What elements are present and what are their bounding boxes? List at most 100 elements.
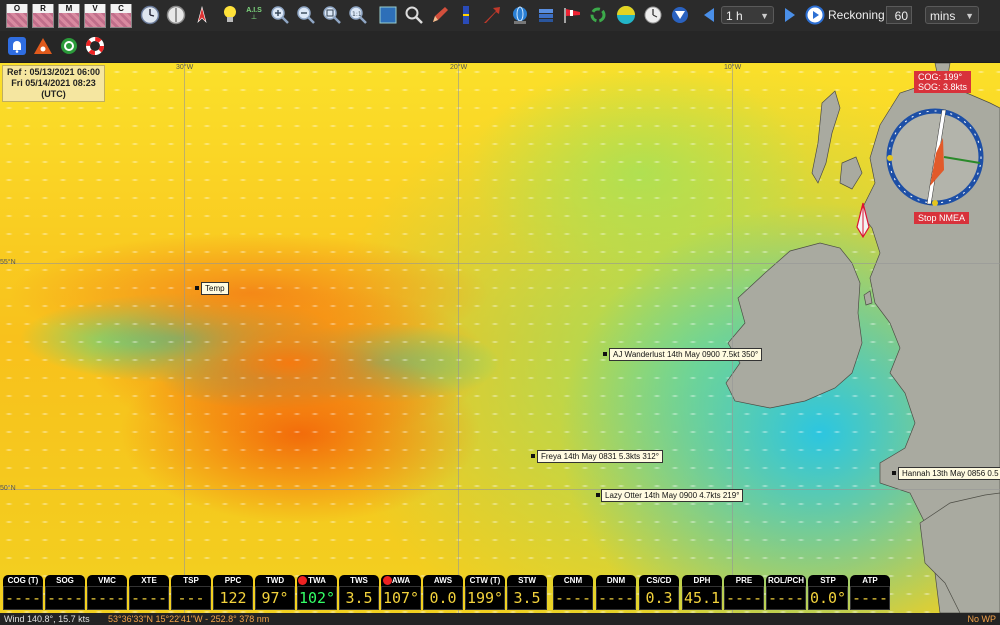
lifebuoy-icon[interactable] — [83, 34, 107, 58]
pencil-icon[interactable] — [428, 3, 452, 27]
zoom-out-icon[interactable] — [294, 3, 318, 27]
marker-aj-wanderlust[interactable] — [603, 352, 607, 356]
marker-label-lazy-otter[interactable]: Lazy Otter 14th May 0900 4.7kts 219° — [601, 489, 744, 502]
outer-hebrides-land — [811, 90, 841, 184]
instrument-value: ---- — [3, 586, 43, 610]
compass-dial-icon[interactable] — [164, 3, 188, 27]
chart-tile-button-r[interactable]: R — [32, 4, 54, 28]
current-time-line: Fri 05/14/2021 08:23 — [11, 78, 96, 88]
chart-tile-button-o[interactable]: O — [6, 4, 28, 28]
weather-overlay-icon[interactable] — [614, 3, 638, 27]
instrument-label: AWS — [423, 575, 463, 586]
zoom-in-icon[interactable] — [268, 3, 292, 27]
globe-icon[interactable] — [508, 3, 532, 27]
clock-icon[interactable] — [138, 3, 162, 27]
north-arrow-icon[interactable] — [190, 3, 214, 27]
instrument-label: STW — [507, 575, 547, 586]
target-ring-icon[interactable] — [57, 34, 81, 58]
ais-icon[interactable]: A.I.S ┴ — [242, 3, 266, 27]
instrument-value: 102° — [297, 586, 337, 610]
land-masses — [725, 63, 1000, 613]
marker-hannah[interactable] — [892, 471, 896, 475]
instrument-cnm[interactable]: CNM ---- — [553, 575, 593, 613]
sog-value: SOG: 3.8kts — [918, 82, 968, 92]
compass-rose-icon[interactable] — [886, 108, 984, 206]
chart-tile-button-m[interactable]: M — [58, 4, 80, 28]
lightbulb-icon[interactable] — [218, 3, 242, 27]
instrument-pre[interactable]: PRE ---- — [724, 575, 764, 613]
chart-tile-button-v[interactable]: V — [84, 4, 106, 28]
marker-label-hannah[interactable]: Hannah 13th May 0856 0.5 — [898, 467, 1000, 480]
instrument-value: 0.0° — [808, 586, 848, 610]
tile-label-o: O — [7, 4, 27, 13]
chart-map[interactable]: 30°W 20°W 10°W 55°N 50°N Ref : 05/13/202… — [0, 63, 1000, 613]
instrument-value: 3.5 — [507, 586, 547, 610]
instrument-ppc[interactable]: PPC 122 — [213, 575, 253, 613]
timezone-line: (UTC) — [41, 89, 66, 99]
tile-label-v: V — [85, 4, 105, 13]
marker-label-temp[interactable]: Temp — [201, 282, 229, 295]
zoom-reset-icon[interactable]: 1:1 — [346, 3, 370, 27]
instrument-atp[interactable]: ATP ---- — [850, 575, 890, 613]
instrument-aws[interactable]: AWS 0.0 — [423, 575, 463, 613]
instrument-label: ROL/PCH — [766, 575, 806, 586]
instrument-ctw[interactable]: CTW (T) 199° — [465, 575, 505, 613]
chart-area-icon[interactable] — [376, 3, 400, 27]
boat-icon[interactable] — [852, 201, 874, 241]
zoom-fit-icon[interactable] — [320, 3, 344, 27]
marker-label-aj-wanderlust[interactable]: AJ Wanderlust 14th May 0900 7.5kt 350° — [609, 348, 763, 361]
grid-label-30w: 30°W — [176, 64, 194, 71]
search-icon[interactable] — [402, 3, 426, 27]
instrument-xte[interactable]: XTE ---- — [129, 575, 169, 613]
instrument-tsp[interactable]: TSP --- — [171, 575, 211, 613]
play-button-icon[interactable] — [803, 3, 827, 27]
grid-label-20w: 20°W — [450, 64, 468, 71]
instrument-value: ---- — [850, 586, 890, 610]
warning-icon[interactable] — [31, 34, 55, 58]
timer-icon[interactable] — [641, 3, 665, 27]
marker-freya[interactable] — [531, 454, 535, 458]
reference-time-box: Ref : 05/13/2021 06:00 Fri 05/14/2021 08… — [2, 65, 106, 102]
step-back-arrow-icon[interactable] — [697, 3, 721, 27]
instrument-twd[interactable]: TWD 97° — [255, 575, 295, 613]
svg-text:1:1: 1:1 — [352, 11, 362, 18]
cog-value: COG: 199° — [918, 72, 963, 82]
bell-icon[interactable] — [5, 34, 29, 58]
unit-select[interactable]: mins ▼ — [925, 6, 979, 24]
instrument-value: ---- — [596, 586, 636, 610]
windsock-icon[interactable] — [560, 3, 584, 27]
twa-alarm-indicator — [298, 576, 307, 585]
recycle-icon[interactable] — [586, 3, 610, 27]
tide-gauge-icon[interactable] — [454, 3, 478, 27]
duration-input[interactable]: 60 — [886, 6, 912, 24]
instrument-value: ---- — [766, 586, 806, 610]
target-icon[interactable] — [668, 3, 692, 27]
instrument-stw[interactable]: STW 3.5 — [507, 575, 547, 613]
instrument-vmc[interactable]: VMC ---- — [87, 575, 127, 613]
instrument-stp[interactable]: STP 0.0° — [808, 575, 848, 613]
chart-tile-button-c[interactable]: C — [110, 4, 132, 28]
instrument-rolpch[interactable]: ROL/PCH ---- — [766, 575, 806, 613]
time-step-value: 1 h — [726, 9, 743, 23]
stop-nmea-button[interactable]: Stop NMEA — [914, 212, 970, 224]
instrument-cog[interactable]: COG (T) ---- — [3, 575, 43, 613]
ais-label: A.I.S — [246, 7, 262, 14]
instrument-tws[interactable]: TWS 3.5 — [339, 575, 379, 613]
gridline-30w — [184, 63, 185, 613]
instrument-dnm[interactable]: DNM ---- — [596, 575, 636, 613]
instrument-label: VMC — [87, 575, 127, 586]
route-arrow-icon[interactable] — [480, 3, 504, 27]
instrument-value: 97° — [255, 586, 295, 610]
instrument-label: TWS — [339, 575, 379, 586]
instrument-dph[interactable]: DPH 45.1 — [682, 575, 722, 613]
marker-temp[interactable] — [195, 286, 199, 290]
instrument-sog[interactable]: SOG ---- — [45, 575, 85, 613]
gridline-10w — [732, 63, 733, 613]
time-step-select[interactable]: 1 h ▼ — [721, 6, 774, 24]
instrument-label: CS/CD — [639, 575, 679, 586]
marker-label-freya[interactable]: Freya 14th May 0831 5.3kts 312° — [537, 450, 663, 463]
layers-icon[interactable] — [534, 3, 558, 27]
marker-lazy-otter[interactable] — [596, 493, 600, 497]
instrument-cscd[interactable]: CS/CD 0.3 — [639, 575, 679, 613]
step-forward-arrow-icon[interactable] — [778, 3, 802, 27]
